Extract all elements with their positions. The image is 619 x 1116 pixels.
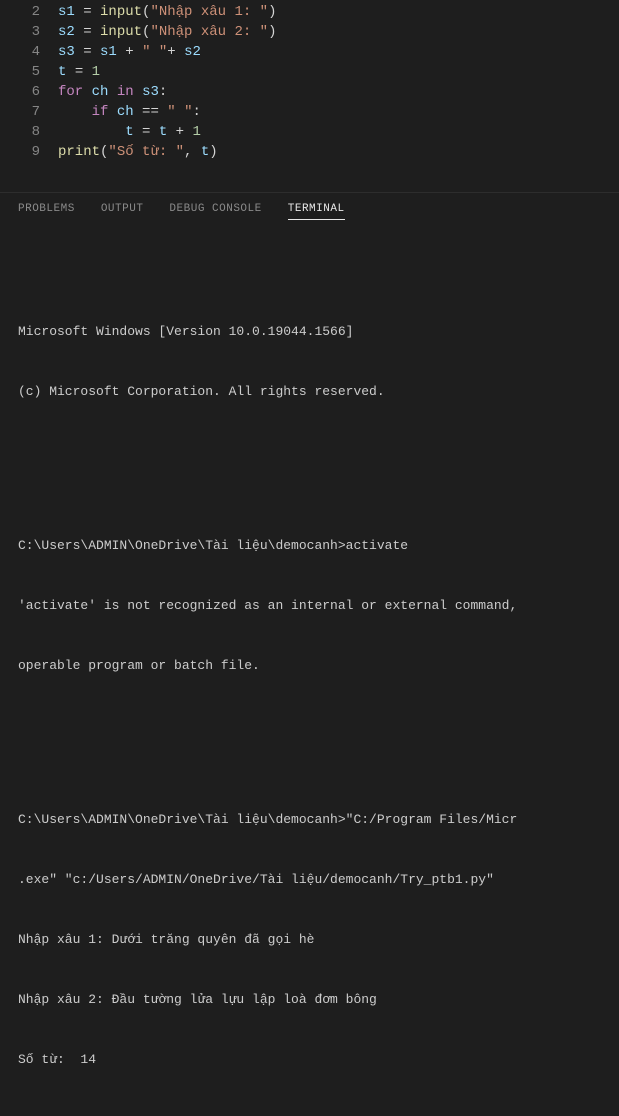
code-content[interactable]: s3 = s1 + " "+ s2 xyxy=(58,42,201,62)
terminal-line: C:\Users\ADMIN\OneDrive\Tài liệu\democan… xyxy=(18,536,601,556)
line-number: 6 xyxy=(0,82,58,102)
code-content[interactable]: if ch == " ": xyxy=(58,102,201,122)
terminal-line: Nhập xâu 1: Dưới trăng quyên đã gọi hè xyxy=(18,930,601,950)
terminal-panel[interactable]: Microsoft Windows [Version 10.0.19044.15… xyxy=(0,228,619,1116)
code-line[interactable]: 7 if ch == " ": xyxy=(0,102,619,122)
line-number: 5 xyxy=(0,62,58,82)
code-line[interactable]: 5t = 1 xyxy=(0,62,619,82)
code-line[interactable]: 8 t = t + 1 xyxy=(0,122,619,142)
code-line[interactable]: 6for ch in s3: xyxy=(0,82,619,102)
terminal-line: Microsoft Windows [Version 10.0.19044.15… xyxy=(18,322,601,342)
terminal-line: Nhập xâu 2: Đầu tường lửa lựu lập loà đơ… xyxy=(18,990,601,1010)
code-content[interactable]: for ch in s3: xyxy=(58,82,167,102)
terminal-line: Số từ: 14 xyxy=(18,1050,601,1070)
code-content[interactable]: s2 = input("Nhập xâu 2: ") xyxy=(58,22,276,42)
line-number: 7 xyxy=(0,102,58,122)
tab-problems[interactable]: PROBLEMS xyxy=(18,203,75,220)
code-content[interactable]: t = t + 1 xyxy=(58,122,201,142)
panel-tabs: PROBLEMS OUTPUT DEBUG CONSOLE TERMINAL xyxy=(0,192,619,228)
line-number: 8 xyxy=(0,122,58,142)
line-number: 4 xyxy=(0,42,58,62)
code-content[interactable]: s1 = input("Nhập xâu 1: ") xyxy=(58,2,276,22)
terminal-line: .exe" "c:/Users/ADMIN/OneDrive/Tài liệu/… xyxy=(18,870,601,890)
terminal-line: C:\Users\ADMIN\OneDrive\Tài liệu\democan… xyxy=(18,810,601,830)
tab-debug-console[interactable]: DEBUG CONSOLE xyxy=(169,203,261,220)
terminal-line: (c) Microsoft Corporation. All rights re… xyxy=(18,382,601,402)
code-line[interactable]: 3s2 = input("Nhập xâu 2: ") xyxy=(0,22,619,42)
line-number: 3 xyxy=(0,22,58,42)
tab-terminal[interactable]: TERMINAL xyxy=(288,203,345,220)
line-number: 9 xyxy=(0,142,58,162)
code-content[interactable]: print("Số từ: ", t) xyxy=(58,142,218,162)
line-number: 2 xyxy=(0,2,58,22)
terminal-line: operable program or batch file. xyxy=(18,656,601,676)
terminal-line: 'activate' is not recognized as an inter… xyxy=(18,596,601,616)
code-editor[interactable]: 2s1 = input("Nhập xâu 1: ")3s2 = input("… xyxy=(0,0,619,170)
code-line[interactable]: 9print("Số từ: ", t) xyxy=(0,142,619,162)
code-line[interactable]: 2s1 = input("Nhập xâu 1: ") xyxy=(0,2,619,22)
code-line[interactable]: 4s3 = s1 + " "+ s2 xyxy=(0,42,619,62)
code-content[interactable]: t = 1 xyxy=(58,62,100,82)
tab-output[interactable]: OUTPUT xyxy=(101,203,144,220)
